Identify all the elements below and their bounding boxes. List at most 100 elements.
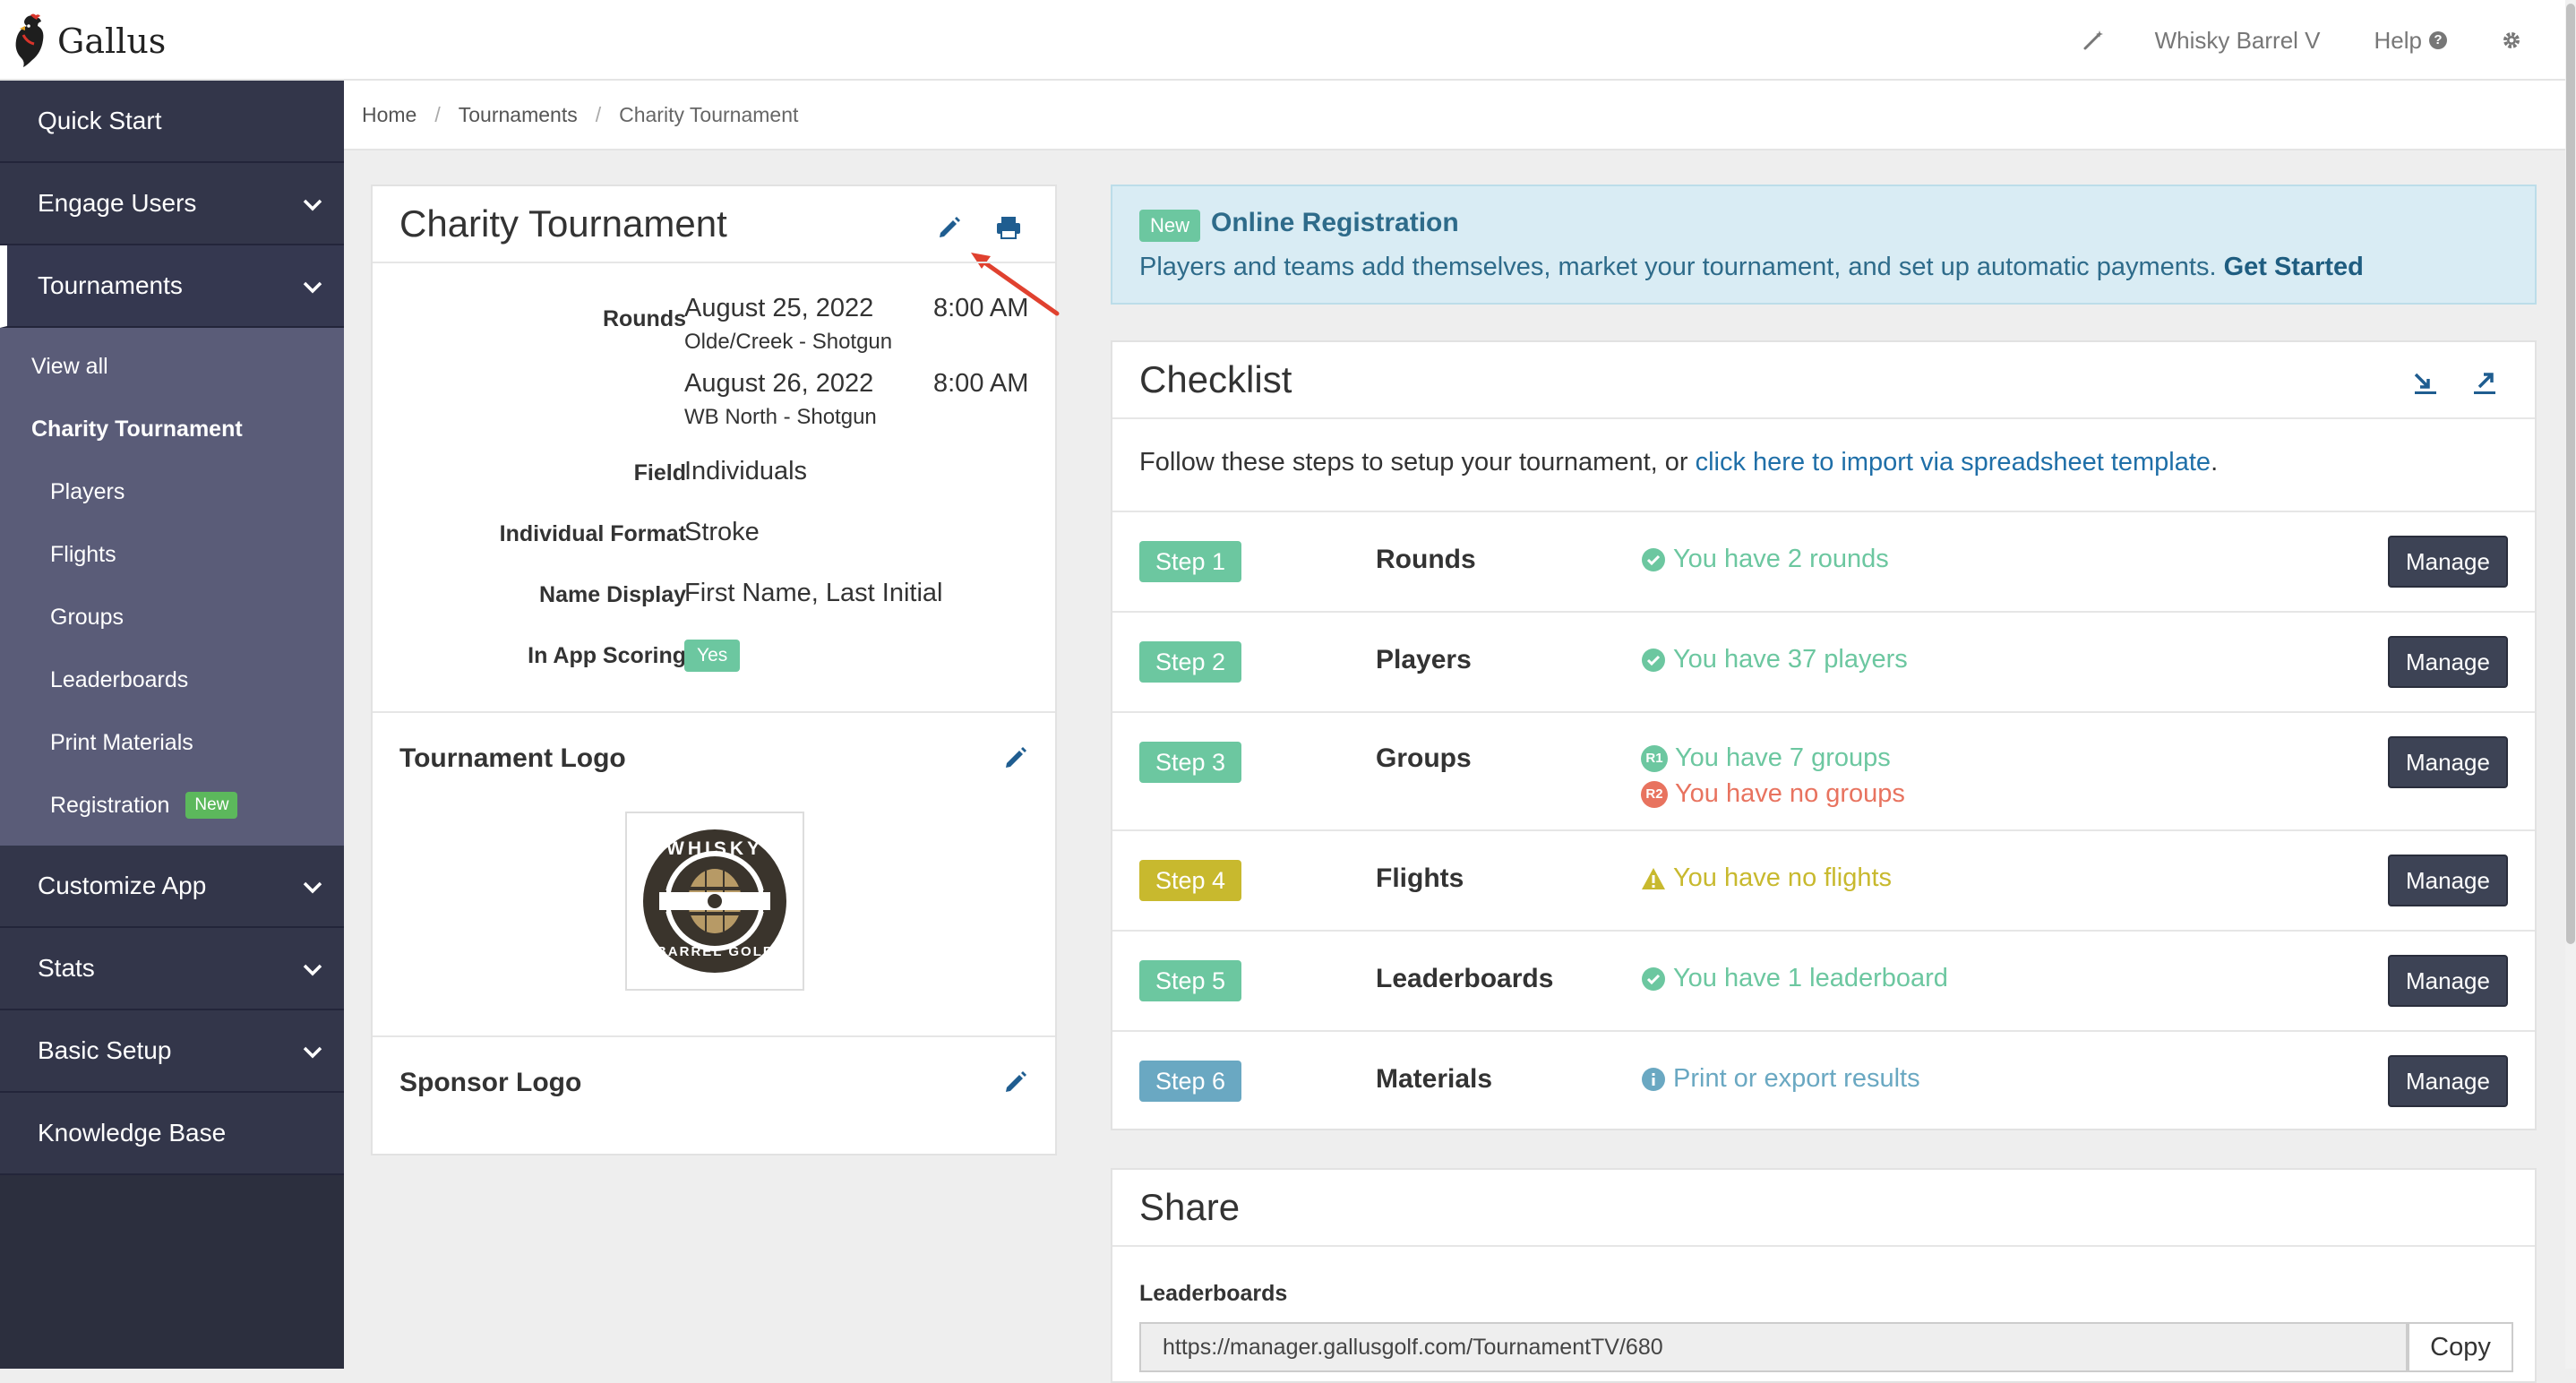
sidebar-item-flights[interactable]: Flights (0, 523, 344, 586)
breadcrumb-separator: / (434, 102, 441, 126)
nav-engage-users[interactable]: Engage Users (0, 163, 344, 245)
round-2-date: August 26, 2022 (684, 369, 874, 398)
tournament-title: Charity Tournament (399, 202, 727, 245)
chevron-down-icon (303, 964, 322, 976)
manage-groups-button[interactable]: Manage (2388, 736, 2508, 788)
nav-label: Basic Setup (38, 1036, 172, 1064)
check-circle-icon (1642, 547, 1665, 571)
app-logo[interactable]: Gallus (11, 13, 166, 70)
nav-label: Engage Users (38, 189, 197, 217)
checklist-step-materials: Step 6 Materials Print or export results… (1112, 1032, 2535, 1130)
checklist-panel: Checklist Follow these steps to setup yo… (1111, 340, 2537, 1130)
sponsor-logo-title: Sponsor Logo (399, 1068, 582, 1097)
step-status-text: You have no flights (1673, 863, 1893, 892)
share-title: Share (1139, 1186, 1241, 1228)
manage-players-button[interactable]: Manage (2388, 636, 2508, 688)
panel-divider (1112, 417, 2535, 419)
step-status: You have 37 players (1641, 645, 1908, 674)
step-badge: Step 5 (1139, 960, 1241, 1001)
edit-tournament-icon[interactable] (935, 213, 964, 242)
edit-logo-icon[interactable] (1001, 743, 1030, 772)
round-2-course: WB North - Shotgun (684, 405, 877, 429)
copy-url-button[interactable]: Copy (2408, 1322, 2513, 1372)
checklist-step-leaderboards: Step 5 Leaderboards You have 1 leaderboa… (1112, 932, 2535, 1030)
sidebar-item-print-materials[interactable]: Print Materials (0, 711, 344, 774)
import-spreadsheet-link[interactable]: click here to import via spreadsheet tem… (1696, 448, 2211, 477)
logo-text-top: WHISKY (666, 838, 763, 859)
step-name: Leaderboards (1376, 964, 1554, 993)
breadcrumb: Home / Tournaments / Charity Tournament (344, 81, 2565, 150)
round-1-time: 8:00 AM (933, 294, 1029, 322)
upload-icon[interactable] (2470, 369, 2499, 398)
settings-button[interactable] (2501, 30, 2522, 51)
rounds-label: Rounds (602, 306, 686, 331)
online-registration-text: Players and teams add themselves, market… (1139, 253, 2364, 282)
help-link[interactable]: Help ? (2374, 27, 2447, 55)
help-label: Help (2374, 26, 2422, 54)
nav-tournaments[interactable]: Tournaments (0, 245, 344, 328)
nav-stats[interactable]: Stats (0, 928, 344, 1010)
step-status-text: You have 1 leaderboard (1673, 964, 1948, 992)
info-icon (1642, 1067, 1665, 1091)
magic-wand-button[interactable] (2082, 29, 2105, 52)
manage-rounds-button[interactable]: Manage (2388, 536, 2508, 588)
new-badge: New (185, 792, 238, 819)
checklist-intro-end: . (2211, 448, 2219, 477)
tournament-logo-title: Tournament Logo (399, 743, 626, 773)
sidebar-item-registration[interactable]: Registration New (0, 774, 344, 837)
checklist-step-flights: Step 4 Flights You have no flights Manag… (1112, 831, 2535, 930)
tournament-logo-image: WHISKY BARREL GOLF (625, 812, 804, 991)
nav-label: Knowledge Base (38, 1119, 227, 1147)
download-icon[interactable] (2411, 369, 2440, 398)
breadcrumb-tournaments[interactable]: Tournaments (459, 103, 578, 127)
field-label: Field (633, 460, 686, 485)
gear-icon (2503, 32, 2520, 48)
round-1-date: August 25, 2022 (684, 294, 874, 322)
print-icon[interactable] (994, 213, 1023, 242)
panel-divider (373, 262, 1055, 263)
nav-quick-start[interactable]: Quick Start (0, 81, 344, 163)
nav-knowledge-base[interactable]: Knowledge Base (0, 1093, 344, 1175)
step-badge: Step 1 (1139, 541, 1241, 582)
rooster-icon (15, 13, 44, 67)
chevron-down-icon (303, 1046, 322, 1059)
sidebar-item-label: Registration (50, 792, 170, 818)
step-status-text: You have no groups (1675, 779, 1905, 808)
step-status-text: You have 2 rounds (1673, 545, 1889, 573)
manage-materials-button[interactable]: Manage (2388, 1055, 2508, 1107)
step-badge: Step 2 (1139, 641, 1241, 683)
magic-wand-icon (2083, 30, 2103, 50)
checklist-intro-text: Follow these steps to setup your tournam… (1139, 448, 1696, 477)
warning-icon (1642, 867, 1665, 889)
get-started-link[interactable]: Get Started (2224, 253, 2364, 281)
in-app-scoring-label: In App Scoring (528, 643, 686, 668)
manage-leaderboards-button[interactable]: Manage (2388, 955, 2508, 1007)
check-circle-icon (1642, 966, 1665, 991)
checklist-step-rounds: Step 1 Rounds You have 2 rounds Manage (1112, 512, 2535, 611)
chevron-down-icon (303, 199, 322, 211)
page-scrollbar[interactable] (2565, 0, 2576, 1369)
leaderboards-share-label: Leaderboards (1139, 1281, 1288, 1306)
chevron-down-icon (303, 881, 322, 894)
sidebar-item-view-all[interactable]: View all (0, 335, 344, 398)
sidebar-item-players[interactable]: Players (0, 460, 344, 523)
leaderboards-url-input[interactable]: https://manager.gallusgolf.com/Tournamen… (1139, 1322, 2408, 1372)
edit-sponsor-logo-icon[interactable] (1001, 1068, 1030, 1096)
nav-basic-setup[interactable]: Basic Setup (0, 1010, 344, 1093)
name-display-value: First Name, Last Initial (684, 579, 943, 607)
sidebar-item-charity-tournament[interactable]: Charity Tournament (0, 398, 344, 460)
sidebar-item-leaderboards[interactable]: Leaderboards (0, 649, 344, 711)
manage-flights-button[interactable]: Manage (2388, 855, 2508, 906)
scrollbar-thumb[interactable] (2566, 4, 2575, 944)
breadcrumb-separator: / (595, 102, 602, 126)
account-menu[interactable]: Whisky Barrel V (2155, 27, 2321, 55)
step-badge: Step 6 (1139, 1061, 1241, 1102)
top-bar: Gallus Whisky Barrel V Help ? (0, 0, 2576, 81)
step-name: Flights (1376, 863, 1464, 893)
breadcrumb-home[interactable]: Home (362, 103, 416, 127)
nav-customize-app[interactable]: Customize App (0, 846, 344, 928)
step-name: Players (1376, 645, 1472, 674)
sidebar-item-groups[interactable]: Groups (0, 586, 344, 649)
step-status: You have 2 rounds (1641, 545, 1889, 574)
step-status: You have no flights (1641, 863, 1892, 893)
